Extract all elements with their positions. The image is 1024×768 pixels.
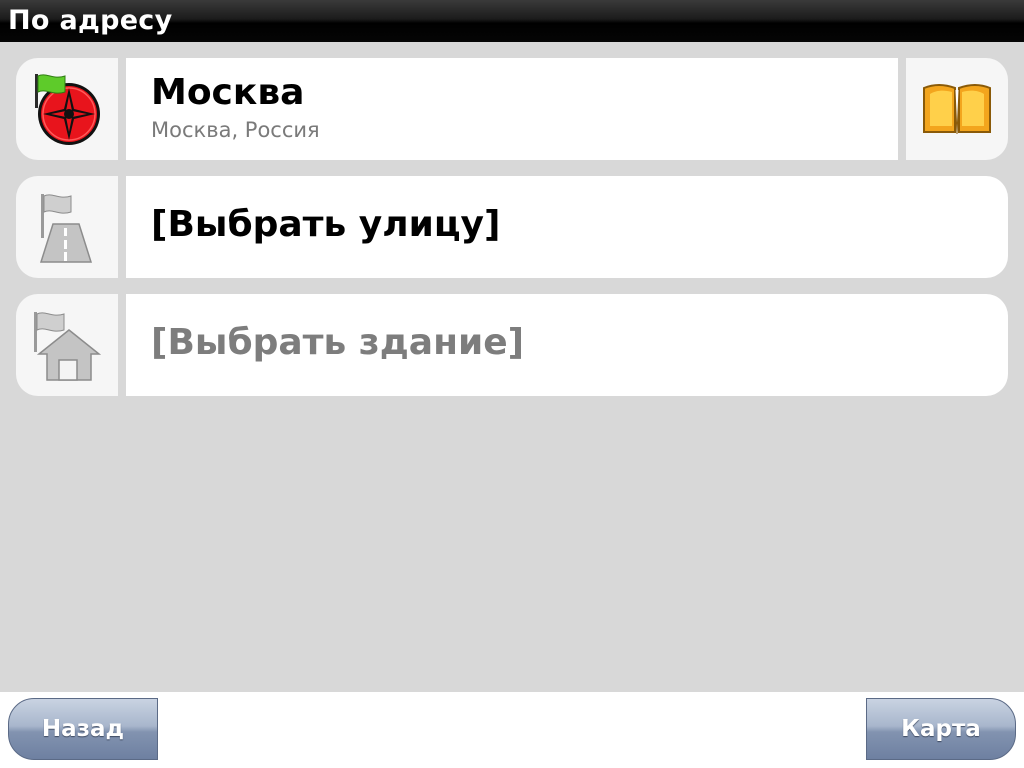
- building-row[interactable]: [Выбрать здание]: [16, 294, 1008, 396]
- street-icon-cell: [16, 176, 118, 278]
- street-title: [Выбрать улицу]: [151, 204, 501, 245]
- city-row[interactable]: Москва Москва, Россия: [16, 58, 1008, 160]
- street-row[interactable]: [Выбрать улицу]: [16, 176, 1008, 278]
- address-book-button[interactable]: [906, 58, 1008, 160]
- building-title: [Выбрать здание]: [151, 322, 525, 363]
- building-icon-cell: [16, 294, 118, 396]
- city-field[interactable]: Москва Москва, Россия: [126, 58, 898, 160]
- book-icon: [923, 84, 991, 135]
- bottom-bar: Назад Карта: [0, 692, 1024, 768]
- building-field[interactable]: [Выбрать здание]: [126, 294, 1008, 396]
- city-subtitle: Москва, Россия: [151, 118, 320, 142]
- map-button[interactable]: Карта: [866, 698, 1016, 760]
- flag-road-icon: [39, 194, 93, 263]
- city-icon-cell: [16, 58, 118, 160]
- flag-house-icon: [34, 312, 102, 381]
- city-title: Москва: [151, 72, 305, 113]
- page-title: По адресу: [8, 5, 173, 36]
- back-button[interactable]: Назад: [8, 698, 158, 760]
- flag-compass-icon: [35, 74, 100, 145]
- title-bar: По адресу: [0, 0, 1024, 42]
- street-field[interactable]: [Выбрать улицу]: [126, 176, 1008, 278]
